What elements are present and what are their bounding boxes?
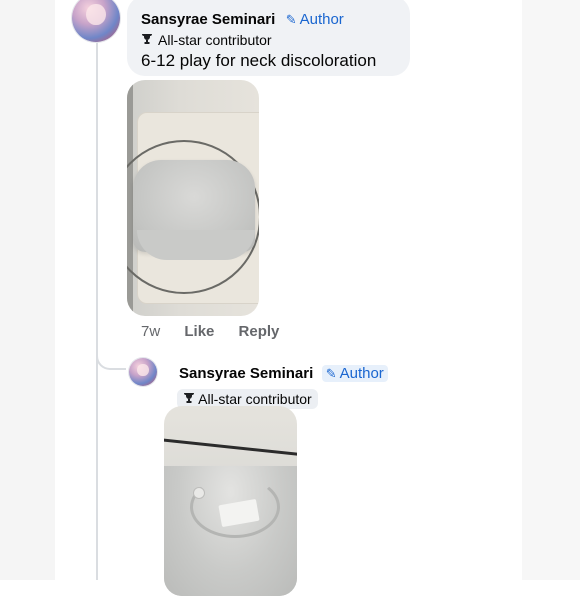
reply-button[interactable]: Reply: [239, 323, 280, 340]
comment-actions: 7w Like Reply: [141, 322, 299, 342]
reply-avatar[interactable]: [129, 358, 157, 386]
comment-text: 6-12 play for neck discoloration: [141, 51, 377, 70]
reply-connector: [96, 330, 126, 370]
pen-icon: ✎: [325, 366, 337, 381]
reply-author-badge: ✎ Author: [321, 365, 388, 382]
reply-author-name[interactable]: Sansyrae Seminari: [179, 365, 313, 382]
photo-table-edge: [164, 437, 297, 458]
thread-line: [96, 40, 98, 580]
right-margin: [522, 0, 580, 580]
photo-shirt-hem: [137, 230, 255, 260]
trophy-icon: [141, 31, 155, 51]
contributor-label: All-star contributor: [158, 32, 272, 48]
reply-author-badge-label: Author: [339, 365, 384, 382]
reply-contributor-label: All-star contributor: [198, 391, 312, 407]
reply-header: Sansyrae Seminari ✎ Author: [179, 364, 388, 384]
author-badge-label: Author: [299, 11, 344, 28]
comment-bubble: Sansyrae Seminari ✎ Author All-star contr…: [127, 0, 410, 76]
contributor-badge: All-star contributor: [141, 30, 396, 50]
trophy-icon: [183, 391, 198, 407]
photo-button: [194, 488, 204, 498]
comment-photo[interactable]: [127, 80, 259, 316]
author-name[interactable]: Sansyrae Seminari: [141, 11, 275, 28]
avatar[interactable]: [72, 0, 120, 42]
author-badge: ✎ Author: [286, 11, 344, 28]
like-button[interactable]: Like: [184, 323, 214, 340]
pen-icon: ✎: [285, 12, 297, 27]
left-margin: [0, 0, 55, 580]
timestamp[interactable]: 7w: [141, 323, 160, 340]
reply-photo[interactable]: [164, 406, 297, 596]
